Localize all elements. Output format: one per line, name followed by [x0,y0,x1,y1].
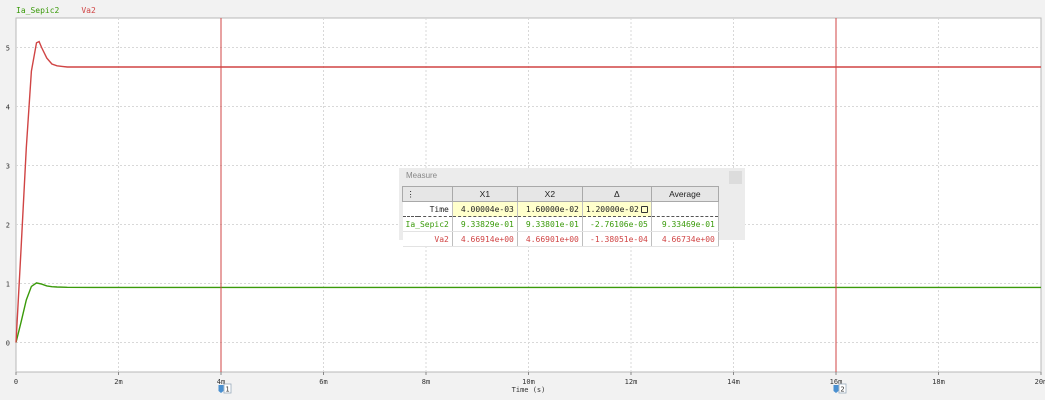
measure-delta-value: 1.20000e-02 [585,204,639,214]
measure-title: Measure [406,171,438,180]
measure-row-va2[interactable]: Va2 4.66914e+00 4.66901e+00 -1.38051e-04… [402,231,719,247]
measure-row-ia-sepic2[interactable]: Ia_Sepic2 9.33829e-01 9.33801e-01 -2.761… [402,216,719,232]
measure-cell-x2: 4.66901e+00 [517,231,583,247]
cursor-tag-label: 2 [840,386,844,394]
measure-header-average[interactable]: Average [650,186,719,202]
legend-item-ia-sepic2[interactable]: Ia_Sepic2 [16,6,59,15]
measure-row-label: Va2 [402,231,453,247]
measure-cell-average: 9.33469e-01 [651,216,719,232]
x-tick-label: 12m [625,378,638,386]
lock-icon[interactable] [640,205,648,213]
x-tick-label: 20m [1035,378,1045,386]
x-tick-label: 2m [114,378,122,386]
measure-panel[interactable]: Measure ⋮ X1 X2 Δ Average Time 4.00004e-… [399,168,745,247]
y-tick-label: 2 [6,222,10,230]
x-tick-label: 18m [932,378,945,386]
y-tick-label: 3 [6,163,10,171]
x-tick-label: 10m [522,378,535,386]
measure-cell-x2: 9.33801e-01 [517,216,583,232]
measure-row-time[interactable]: Time 4.00004e-03 1.60000e-02 1.20000e-02 [402,201,719,217]
measure-cell-x1: 9.33829e-01 [452,216,518,232]
measure-header-x1[interactable]: X1 [451,186,518,202]
measure-cell-average: 4.66734e+00 [651,231,719,247]
measure-cell-delta: -2.76106e-05 [582,216,652,232]
measure-table: ⋮ X1 X2 Δ Average Time 4.00004e-03 1.600… [402,186,719,247]
measure-header-delta[interactable]: Δ [581,186,652,202]
x-tick-label: 8m [422,378,430,386]
y-tick-label: 4 [6,104,10,112]
cursor-handle-1[interactable]: 1 [218,383,232,394]
cursor-marker-icon [218,385,224,393]
cursor-marker-icon [833,385,839,393]
x-tick-label: 6m [319,378,327,386]
x-tick-label: 14m [727,378,740,386]
measure-cell-x2[interactable]: 1.60000e-02 [517,201,583,217]
measure-cell-x1[interactable]: 4.00004e-03 [452,201,518,217]
x-tick-label: 0 [14,378,18,386]
measure-header-blank [418,186,453,202]
measure-menu-icon[interactable]: ⋮ [402,186,419,202]
measure-row-label: Ia_Sepic2 [402,216,453,232]
measure-close-button[interactable] [729,171,742,184]
measure-row-label: Time [402,201,453,217]
y-tick-label: 5 [6,45,10,53]
measure-cell-x1: 4.66914e+00 [452,231,518,247]
x-axis-label: Time (s) [512,386,546,394]
cursor-tag-label: 1 [225,386,229,394]
measure-header-row: ⋮ X1 X2 Δ Average [402,186,719,202]
legend-item-va2[interactable]: Va2 [81,6,95,15]
measure-header-x2[interactable]: X2 [516,186,583,202]
y-tick-label: 1 [6,281,10,289]
measure-cell-delta[interactable]: 1.20000e-02 [582,201,652,217]
measure-cell-average [651,201,719,217]
legend: Ia_Sepic2 Va2 [16,6,118,15]
cursor-handle-2[interactable]: 2 [833,383,847,394]
measure-cell-delta: -1.38051e-04 [582,231,652,247]
y-tick-label: 0 [6,340,10,348]
